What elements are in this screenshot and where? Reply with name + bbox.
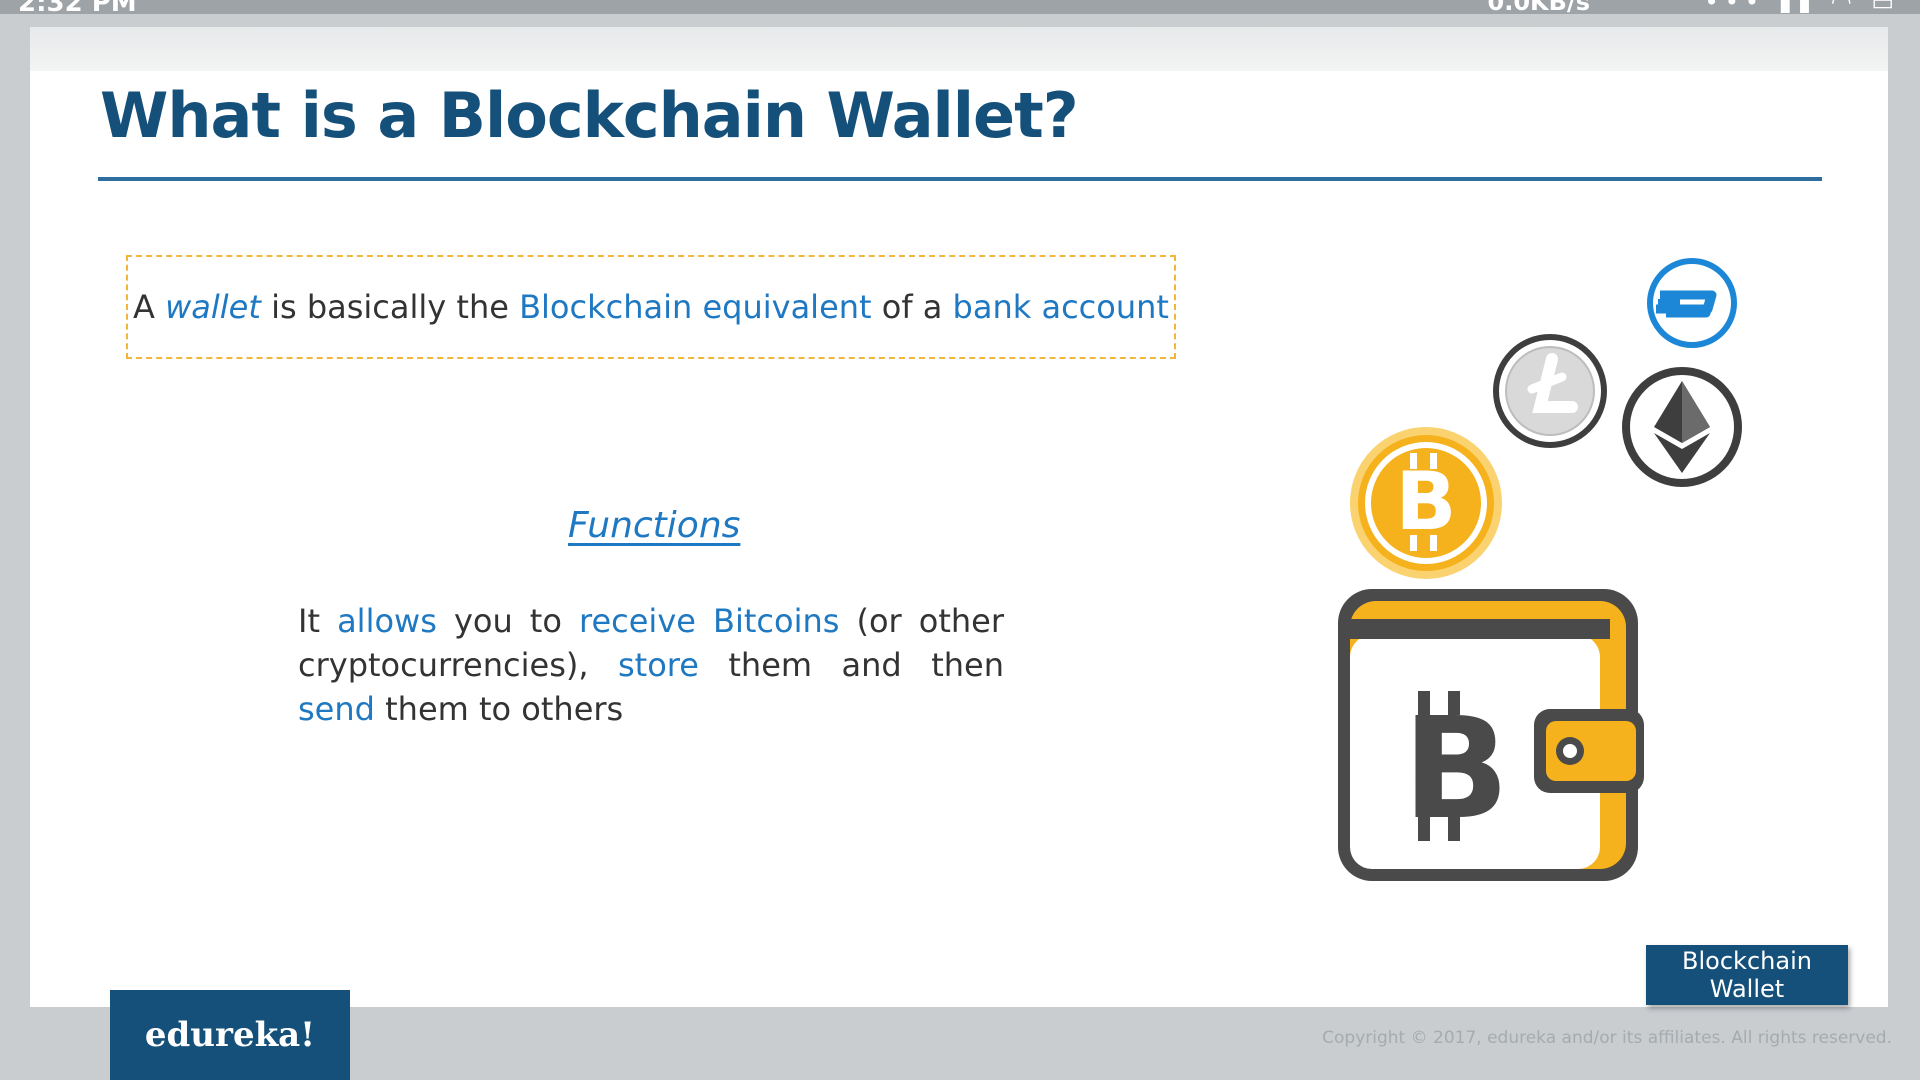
keyword-allows: allows [337,602,437,640]
slide: What is a Blockchain Wallet? A wallet is… [30,27,1888,1007]
functions-description: It allows you to receive Bitcoins (or ot… [298,599,1004,731]
bitcoin-coin-icon: B [1350,427,1502,579]
ethereum-icon [1622,367,1742,487]
section-badge: Blockchain Wallet [1646,945,1848,1005]
keyword-bank-account: bank account [952,288,1169,326]
functions-text: them and then [698,646,1005,684]
functions-heading: Functions [568,505,741,546]
battery-icon: ▭ [1871,0,1900,14]
keyword-receive: receive [579,602,696,640]
bitcoin-wallet-icon: B [1338,589,1644,881]
definition-part: of a [871,288,953,326]
dash-coin-icon [1647,258,1737,348]
keyword-bitcoins: Bitcoins [713,602,840,640]
network-speed: 0.0KB/s [1487,0,1590,14]
definition-text: A wallet is basically the Blockchain equ… [133,288,1169,326]
wifi-icon: ◠ [1830,0,1858,14]
definition-part: is basically the [260,288,520,326]
definition-box: A wallet is basically the Blockchain equ… [126,255,1176,359]
signal-icon: ▮▮ [1778,0,1818,14]
keyword-send: send [298,690,375,728]
definition-part: A [133,288,166,326]
status-bar: 2:32 PM 0.0KB/s ••• ▮▮ ◠ ▭ [0,0,1920,14]
svg-text:B: B [1396,455,1457,548]
status-time: 2:32 PM [18,0,137,14]
keyword-wallet: wallet [165,288,261,326]
functions-text: you to [436,602,579,640]
functions-text [696,602,713,640]
title-divider [98,177,1822,181]
copyright-notice: Copyright © 2017, edureka and/or its aff… [1322,1028,1892,1048]
functions-text: them to others [374,690,624,728]
status-icons: ••• ▮▮ ◠ ▭ [1705,0,1900,14]
litecoin-icon [1493,334,1607,448]
more-dots-icon: ••• [1704,0,1766,14]
slide-top-band [30,27,1888,71]
edureka-logo: edureka! [110,990,350,1080]
keyword-blockchain-equivalent: Blockchain equivalent [519,288,872,326]
keyword-store: store [617,646,699,684]
slide-title: What is a Blockchain Wallet? [100,79,1079,152]
functions-text: It [298,602,338,640]
crypto-wallet-illustration: B B [1300,257,1760,897]
